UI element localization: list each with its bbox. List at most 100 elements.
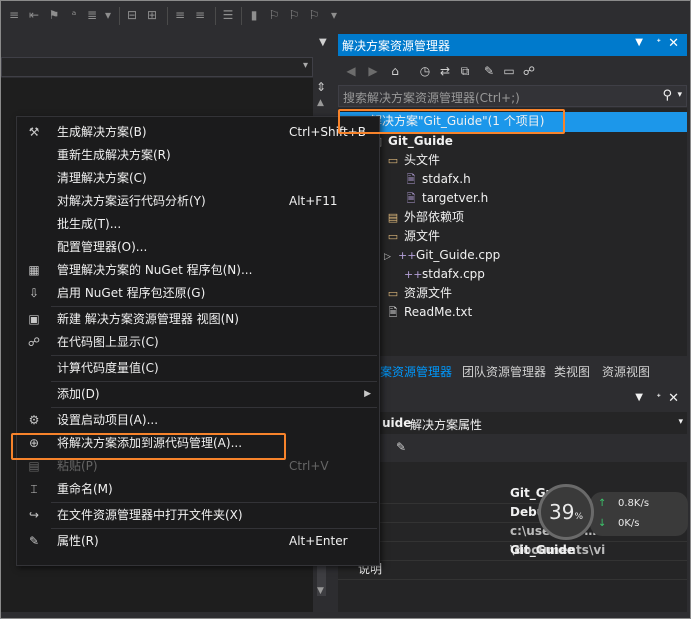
sync-icon[interactable]: ⇄ — [438, 64, 452, 78]
solution-search-input[interactable]: 搜索解决方案资源管理器(Ctrl+;) ⚲ ▾ — [338, 85, 687, 107]
menu-item[interactable]: ⇩ 启用 NuGet 程序包还原(G) — [17, 282, 379, 304]
download-arrow-icon: ↓ — [598, 518, 607, 529]
collapse-all-icon[interactable]: ⧉ — [458, 64, 472, 78]
tree-item-source-files[interactable]: ▭ 源文件 — [386, 227, 440, 246]
chevron-down-icon[interactable]: ▾ — [303, 60, 308, 71]
tab-resource-view[interactable]: 资源视图 — [602, 363, 650, 380]
menu-item[interactable]: ▦ 管理解决方案的 NuGet 程序包(N)... — [17, 259, 379, 281]
wrench-icon[interactable]: ✎ — [396, 440, 406, 454]
properties-toolbar: ✎ — [338, 436, 687, 460]
menu-separator — [51, 528, 377, 529]
folder-icon: ▭ — [387, 287, 399, 300]
menu-item-shortcut: Alt+Enter — [289, 534, 348, 548]
expand-icon[interactable]: ▷ — [384, 248, 398, 267]
tree-item-solution[interactable]: ▣解决方案"Git_Guide"(1 个项目) — [352, 112, 545, 131]
menu-item[interactable]: ✎ 属性(R) Alt+Enter — [17, 530, 379, 552]
folder-icon: ▭ — [387, 230, 399, 243]
menu-item[interactable]: 配置管理器(O)... — [17, 236, 379, 258]
dropdown-icon[interactable]: ▾ — [101, 8, 115, 22]
menu-item[interactable]: ▣ 新建 解决方案资源管理器 视图(N) — [17, 308, 379, 330]
object-name: uide — [382, 416, 412, 430]
menu-item[interactable]: ⊕ 将解决方案添加到源代码管理(A)... — [17, 432, 379, 454]
tree-item-dependencies[interactable]: ▤ 外部依赖项 — [386, 208, 464, 227]
close-icon[interactable]: ✕ — [668, 36, 679, 51]
menu-item[interactable]: ↪ 在文件资源管理器中打开文件夹(X) — [17, 504, 379, 526]
add-source-control-icon: ⊕ — [28, 436, 40, 450]
tree-item-file[interactable]: 🗎 targetver.h — [404, 189, 489, 208]
tree-item-header-files[interactable]: ▭ 头文件 — [386, 151, 440, 170]
pin-icon[interactable]: ᐩ — [656, 391, 661, 405]
menu-item[interactable]: 对解决方案运行代码分析(Y) Alt+F11 — [17, 190, 379, 212]
navigation-combo[interactable]: ▾ — [1, 57, 313, 77]
tab-solution-explorer[interactable]: 案资源管理器 — [380, 363, 452, 380]
menu-item[interactable]: ☍ 在代码图上显示(C) — [17, 331, 379, 353]
menu-item-label: 管理解决方案的 NuGet 程序包(N)... — [57, 263, 253, 277]
menu-item[interactable]: 计算代码度量值(C) — [17, 357, 379, 379]
search-icon[interactable]: ⚲ — [662, 88, 672, 103]
panel-title: 解决方案资源管理器 — [342, 39, 451, 53]
format-icon[interactable]: ≣ — [85, 8, 99, 22]
chevron-down-icon[interactable]: ▾ — [677, 90, 682, 100]
menu-item-label: 在代码图上显示(C) — [57, 335, 159, 349]
close-icon[interactable]: ✕ — [668, 391, 679, 406]
back-icon[interactable]: ◀ — [344, 64, 358, 78]
menu-item[interactable]: ⚒ 生成解决方案(B) Ctrl+Shift+B — [17, 121, 379, 143]
bookmark-icon[interactable]: ⚑ — [47, 8, 61, 22]
outdent-icon[interactable]: ⇤ — [27, 8, 41, 22]
prev-bookmark-icon[interactable]: ⚐ — [267, 8, 281, 22]
pin-icon[interactable]: ᐩ — [656, 36, 661, 50]
download-speed: 0K/s — [618, 518, 640, 529]
abc-icon[interactable]: ᵃ — [67, 8, 81, 22]
menu-item[interactable]: 重新生成解决方案(R) — [17, 144, 379, 166]
dependencies-icon: ▤ — [387, 211, 399, 224]
chevron-down-icon[interactable]: ▾ — [678, 417, 683, 427]
bookmark-flag-icon[interactable]: ▮ — [247, 8, 261, 22]
align-icon[interactable]: ⊟ — [125, 8, 139, 22]
tree-item-file[interactable]: ▷ ++Git_Guide.cpp — [384, 246, 500, 265]
menu-item-shortcut: Ctrl+V — [289, 459, 329, 473]
menu-item[interactable]: ⚙ 设置启动项目(A)... — [17, 409, 379, 431]
menu-separator — [51, 407, 377, 408]
code-map-icon[interactable]: ☍ — [522, 64, 536, 78]
scroll-up-icon[interactable]: ▲ — [317, 98, 324, 108]
forward-icon[interactable]: ▶ — [366, 64, 380, 78]
properties-object-selector[interactable]: uide 解决方案属性 ▾ — [338, 412, 687, 434]
menu-item[interactable]: 添加(D) ▶ — [17, 383, 379, 405]
next-bookmark-icon[interactable]: ⚐ — [287, 8, 301, 22]
network-speed-widget: ↑ 0.8K/s ↓ 0K/s 39% — [538, 484, 688, 542]
solution-explorer-toolbar: ◀ ▶ ⌂ ◷ ⇄ ⧉ ✎ ▭ ☍ — [338, 56, 687, 84]
window-menu-icon[interactable]: ▼ — [635, 37, 643, 48]
paste-icon: ▤ — [28, 459, 40, 473]
menu-item[interactable]: ⌶ 重命名(M) — [17, 478, 379, 500]
menu-item[interactable]: 批生成(T)... — [17, 213, 379, 235]
home-icon[interactable]: ⌂ — [388, 64, 402, 78]
tree-item-resource-files[interactable]: ▭ 资源文件 — [386, 284, 452, 303]
tab-class-view[interactable]: 类视图 — [554, 363, 590, 380]
wrench-icon: ✎ — [28, 534, 40, 548]
dropdown-icon[interactable]: ▾ — [327, 8, 341, 22]
menu-item-shortcut: Alt+F11 — [289, 194, 338, 208]
preview-icon[interactable]: ▭ — [502, 64, 516, 78]
dropdown-arrow-icon[interactable]: ▼ — [319, 37, 327, 48]
tree-item-file[interactable]: ++stdafx.cpp — [404, 265, 485, 284]
property-row[interactable]: 说明 — [338, 560, 687, 580]
tab-team-explorer[interactable]: 团队资源管理器 — [462, 363, 546, 380]
tree-item-file[interactable]: 🗎 stdafx.h — [404, 170, 471, 189]
history-icon[interactable]: ◷ — [418, 64, 432, 78]
layout-icon[interactable]: ⊞ — [145, 8, 159, 22]
scroll-down-icon[interactable]: ▼ — [317, 586, 324, 596]
unindent-icon[interactable]: ≡ — [193, 8, 207, 22]
menu-item-label: 启用 NuGet 程序包还原(G) — [57, 286, 206, 300]
list-icon[interactable]: ☰ — [221, 8, 235, 22]
window-menu-icon[interactable]: ▼ — [635, 392, 643, 403]
tree-item-file[interactable]: 🗎 ReadMe.txt — [386, 303, 473, 322]
comment-icon[interactable]: ≡ — [7, 8, 21, 22]
tree-item-project[interactable]: ◧Git_Guide — [370, 132, 453, 151]
property-row[interactable]: 项目 Git_Guide — [338, 541, 687, 561]
clear-bookmark-icon[interactable]: ⚐ — [307, 8, 321, 22]
indent-icon[interactable]: ≡ — [173, 8, 187, 22]
wrench-icon[interactable]: ✎ — [482, 64, 496, 78]
split-icon[interactable]: ⇕ — [316, 80, 326, 94]
toolbar-separator — [119, 7, 120, 25]
menu-item[interactable]: 清理解决方案(C) — [17, 167, 379, 189]
